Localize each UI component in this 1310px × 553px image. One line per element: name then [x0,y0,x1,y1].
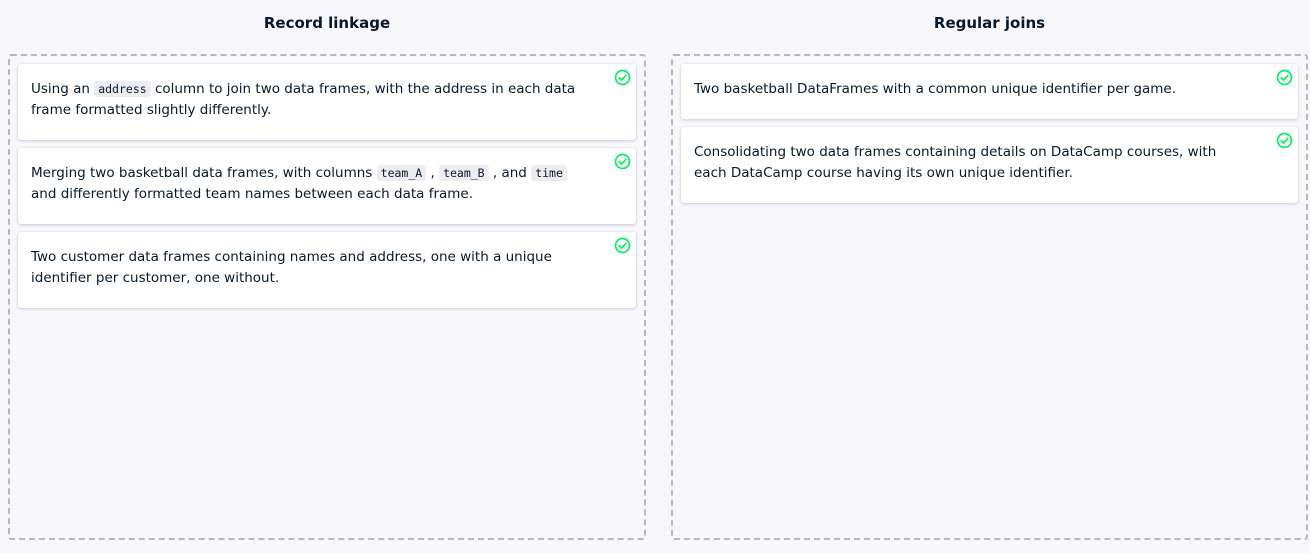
column-title: Regular joins [933,14,1046,32]
dropzone-regular-joins[interactable]: Two basketball DataFrames with a common … [671,54,1308,540]
card-customer-frames[interactable]: Two customer data frames containing name… [18,232,636,308]
card-text: Consolidating two data frames containing… [694,144,1217,181]
check-circle-icon [614,153,631,170]
column-title: Record linkage [263,14,391,32]
drag-drop-board: Record linkage Using an address column t… [0,0,1310,553]
inline-code: team_A [376,165,427,181]
check-circle-icon [614,237,631,254]
check-circle-icon [1276,132,1293,149]
inline-code: address [94,81,151,97]
column-regular-joins: Regular joins Two basketball DataFrames … [671,0,1308,553]
card-basketball-identifier[interactable]: Two basketball DataFrames with a common … [681,64,1298,119]
card-text: Two customer data frames containing name… [31,249,552,286]
column-record-linkage: Record linkage Using an address column t… [8,0,646,553]
card-text: Merging two basketball data frames, with… [31,165,567,202]
inline-code: time [531,165,567,181]
card-text: Two basketball DataFrames with a common … [694,81,1177,97]
check-circle-icon [614,69,631,86]
inline-code: team_B [439,165,489,181]
check-circle-icon [1276,69,1293,86]
card-basketball-merge[interactable]: Merging two basketball data frames, with… [18,148,636,224]
card-datacamp-courses[interactable]: Consolidating two data frames containing… [681,127,1298,203]
card-address-column[interactable]: Using an address column to join two data… [18,64,636,140]
dropzone-record-linkage[interactable]: Using an address column to join two data… [8,54,646,540]
card-text: Using an address column to join two data… [31,81,576,118]
